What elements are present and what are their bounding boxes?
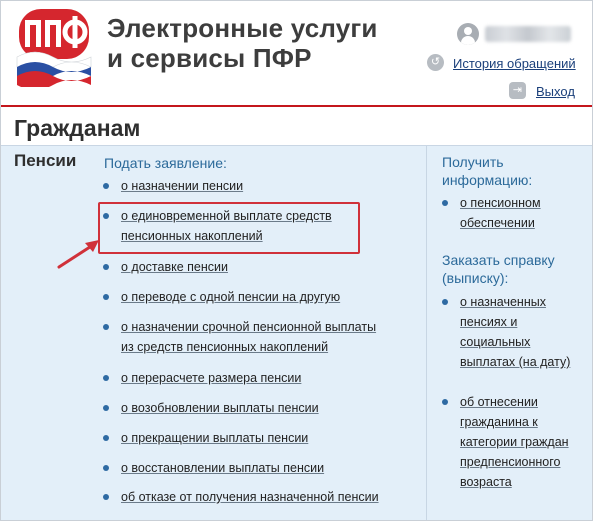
pfr-logo[interactable] — [13, 7, 95, 90]
section-title: Гражданам — [14, 115, 141, 141]
right-heading-certificate: Заказать справку (выписку): — [442, 251, 555, 287]
history-link[interactable]: История обращений — [453, 56, 576, 71]
column-divider — [426, 146, 427, 520]
list-item-link[interactable]: о назначении срочной пенсионной выплаты — [121, 317, 376, 337]
list-bullet-icon — [103, 375, 109, 381]
list-item-link[interactable]: гражданина к — [460, 412, 538, 432]
pointer-arrow-icon — [57, 240, 99, 269]
list-bullet-icon — [103, 294, 109, 300]
user-name-blurred — [485, 26, 571, 42]
category-title: Пенсии — [14, 151, 77, 170]
list-item-link[interactable]: о перерасчете размера пенсии — [121, 368, 301, 388]
list-item-link[interactable]: возраста — [460, 472, 512, 492]
list-item-link[interactable]: о назначенных — [460, 292, 546, 312]
right-heading-certificate-line-2: (выписку): — [442, 270, 509, 286]
list-bullet-icon — [103, 435, 109, 441]
list-bullet-icon — [103, 405, 109, 411]
user-avatar-icon — [457, 23, 479, 45]
list-bullet-icon — [442, 399, 448, 405]
right-heading-info: Получить информацию: — [442, 153, 532, 189]
list-bullet-icon — [103, 494, 109, 500]
list-item-link[interactable]: категории граждан — [460, 432, 569, 452]
list-bullet-icon — [442, 200, 448, 206]
middle-heading: Подать заявление: — [104, 155, 227, 171]
list-item-link[interactable]: из средств пенсионных накоплений — [121, 337, 328, 357]
page-frame: Электронные услуги и сервисы ПФР ↺ Истор… — [0, 0, 593, 521]
list-bullet-icon — [103, 183, 109, 189]
highlight-box — [98, 202, 360, 254]
list-item-link[interactable]: социальных — [460, 332, 530, 352]
site-title-line-1: Электронные услуги — [107, 13, 378, 43]
list-item-link[interactable]: об отнесении — [460, 392, 538, 412]
section-bar: Гражданам — [1, 107, 592, 146]
list-item-link[interactable]: о прекращении выплаты пенсии — [121, 428, 308, 448]
pfr-emblem-icon — [16, 9, 92, 90]
list-item-link[interactable]: о доставке пенсии — [121, 257, 228, 277]
list-bullet-icon — [442, 299, 448, 305]
list-item-link[interactable]: о восстановлении выплаты пенсии — [121, 458, 324, 478]
list-item-link[interactable]: о возобновлении выплаты пенсии — [121, 398, 319, 418]
right-heading-info-line-2: информацию: — [442, 172, 533, 188]
list-item-link[interactable]: пенсиях и — [460, 312, 517, 332]
logout-link[interactable]: Выход — [536, 84, 575, 99]
site-title-line-2: и сервисы ПФР — [107, 43, 312, 73]
list-item-link[interactable]: обеспечении — [460, 213, 535, 233]
right-heading-info-line-1: Получить — [442, 154, 504, 170]
list-item-link[interactable]: о переводе с одной пенсии на другую — [121, 287, 340, 307]
list-bullet-icon — [103, 324, 109, 330]
list-item-link[interactable]: выплатах (на дату) — [460, 352, 570, 372]
list-item-link[interactable]: об отказе от получения назначенной пенси… — [121, 487, 379, 507]
list-bullet-icon — [103, 264, 109, 270]
list-bullet-icon — [103, 465, 109, 471]
logout-door-icon: ⇥ — [509, 82, 526, 99]
site-header: Электронные услуги и сервисы ПФР ↺ Истор… — [1, 1, 592, 105]
right-heading-certificate-line-1: Заказать справку — [442, 252, 555, 268]
list-item-link[interactable]: о назначении пенсии — [121, 176, 243, 196]
list-item-link[interactable]: о пенсионном — [460, 193, 541, 213]
site-title: Электронные услуги и сервисы ПФР — [107, 13, 378, 73]
list-item-link[interactable]: предпенсионного — [460, 452, 561, 472]
history-clock-icon: ↺ — [427, 54, 444, 71]
